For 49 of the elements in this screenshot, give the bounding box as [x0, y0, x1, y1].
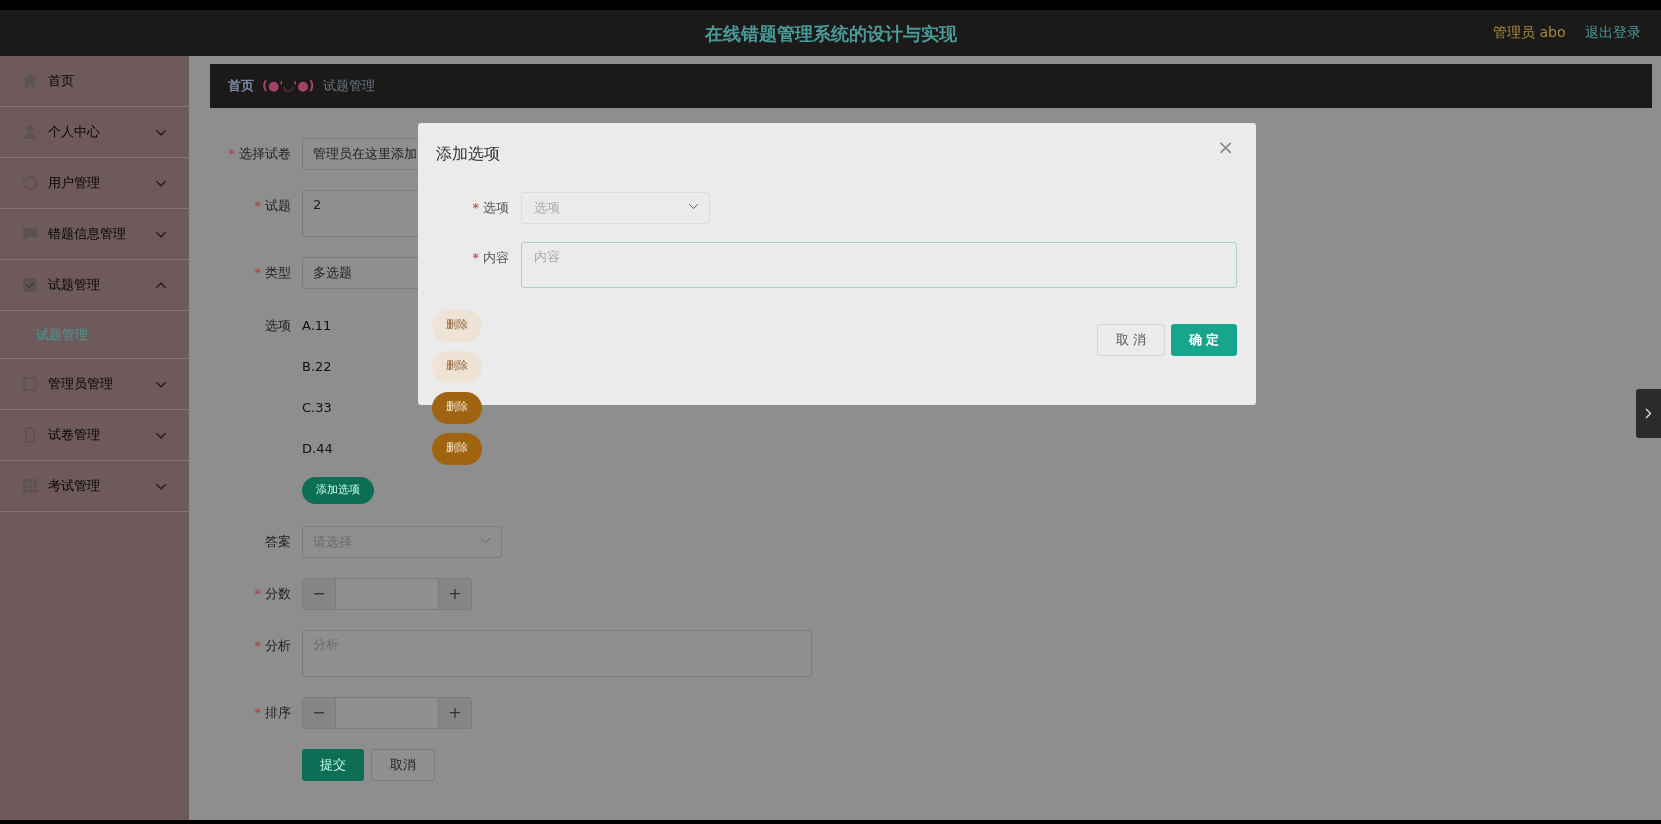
caret-icon — [480, 537, 491, 544]
option-text: C.33 — [302, 398, 333, 417]
confirm-button[interactable]: 确定 — [1171, 324, 1237, 356]
required-asterisk: * — [254, 198, 261, 213]
field-label: * 类型 — [253, 264, 291, 282]
select-field[interactable]: 选项 — [521, 192, 710, 224]
number-field[interactable]: − + — [302, 578, 472, 610]
add-option-button[interactable]: 添加选项 — [302, 477, 374, 504]
breadcrumb-current: 试题管理 — [322, 77, 375, 96]
app-title: 在线错题管理系统的设计与实现 — [704, 21, 957, 46]
field-label: * 选择试卷 — [227, 145, 291, 163]
field-label: * 分数 — [253, 585, 291, 603]
number-field[interactable]: − + — [302, 697, 472, 729]
field-label: * 试题 — [253, 197, 291, 215]
field-label: * 选项 — [471, 199, 509, 217]
option-text: B.22 — [302, 357, 333, 376]
required-asterisk: * — [472, 200, 479, 215]
logout-link[interactable]: 退出登录 — [1585, 22, 1641, 43]
cancel-button[interactable]: 取消 — [1096, 324, 1165, 356]
dialog-title: 添加选项 — [436, 143, 500, 165]
submit-button[interactable]: 提交 — [302, 749, 364, 781]
minus-button[interactable]: − — [303, 579, 335, 609]
breadcrumb-link[interactable]: 首页 — [228, 76, 254, 96]
cancel-button[interactable]: 取消 — [370, 749, 435, 781]
field-label: * 分析 — [253, 637, 291, 655]
user-label: 管理员 abo — [1493, 23, 1566, 42]
delete-button[interactable]: 删除 — [432, 432, 482, 465]
field-label: 答案 — [264, 533, 291, 551]
chevron-right-icon — [1645, 408, 1652, 419]
field-label: * 排序 — [253, 704, 291, 722]
required-asterisk: * — [254, 265, 261, 280]
required-asterisk: * — [254, 638, 261, 653]
option-text: A.11 — [302, 316, 333, 335]
minus-button[interactable]: − — [303, 698, 335, 728]
required-asterisk: * — [254, 586, 261, 601]
textarea-field[interactable]: 内容 — [521, 242, 1237, 288]
plus-button[interactable]: + — [439, 579, 471, 609]
required-asterisk: * — [228, 146, 235, 161]
checkbox-icon — [22, 277, 38, 293]
field-label: * 内容 — [471, 249, 509, 267]
caret-icon — [688, 203, 699, 210]
required-asterisk: * — [472, 250, 479, 265]
required-asterisk: * — [254, 705, 261, 720]
plus-button[interactable]: + — [439, 698, 471, 728]
field-label: 选项 — [264, 317, 291, 335]
option-text: D.44 — [302, 439, 334, 458]
close-button[interactable]: × — [1213, 135, 1238, 159]
breadcrumb-separator: (●'◡'●) — [262, 77, 315, 96]
expand-tab[interactable] — [1636, 389, 1661, 438]
